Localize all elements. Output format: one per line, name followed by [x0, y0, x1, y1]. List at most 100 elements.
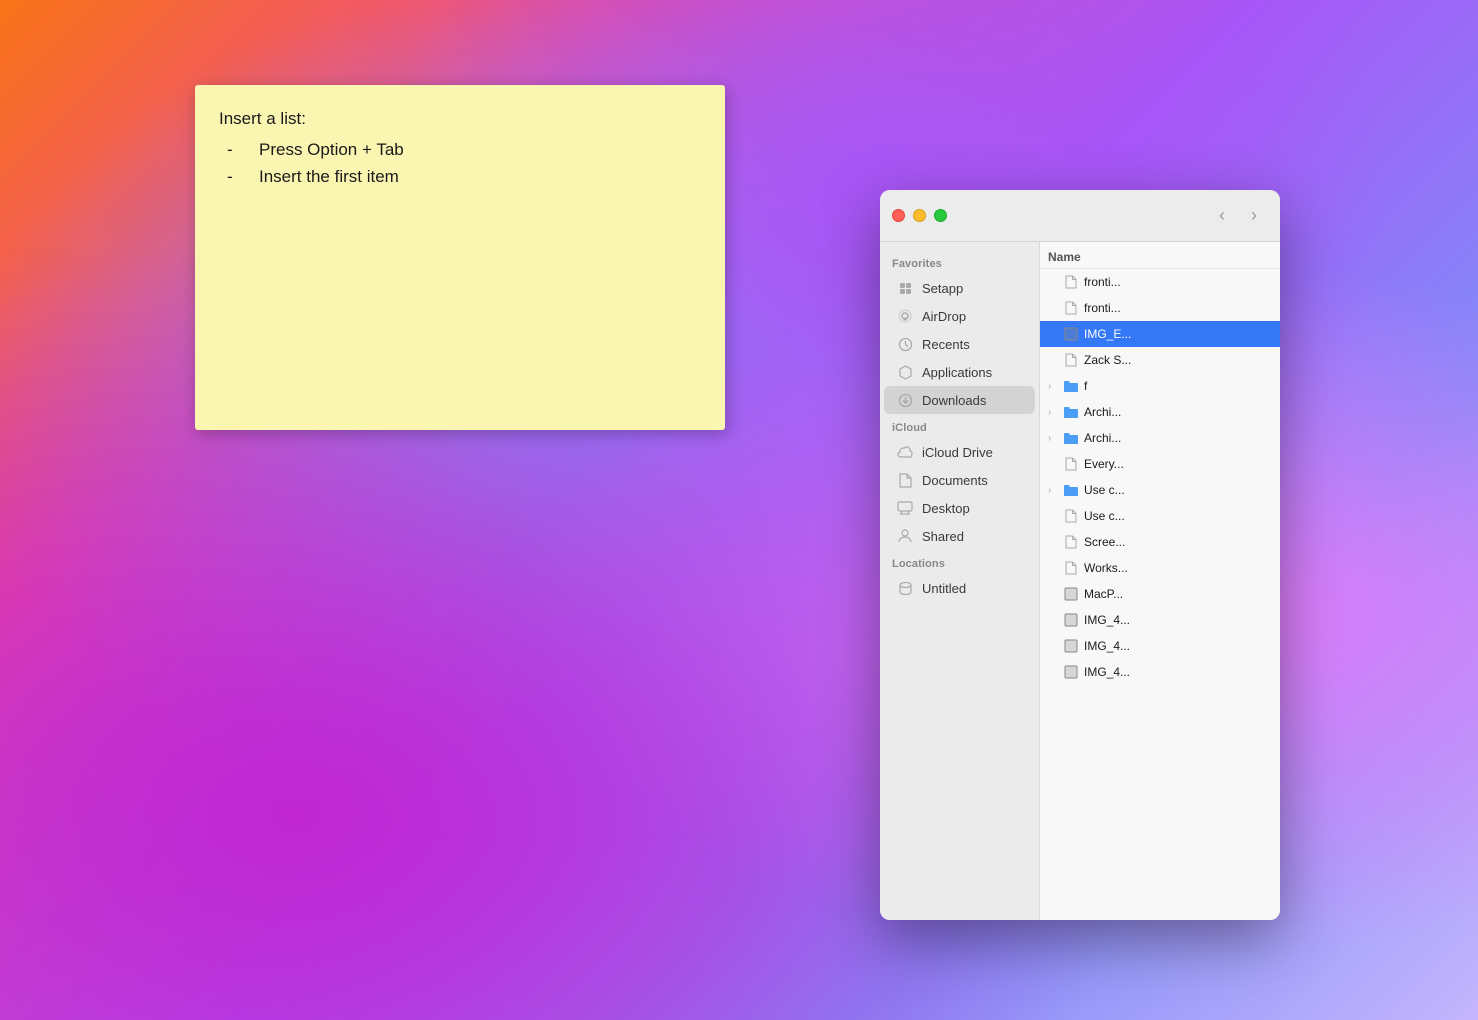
file-name: Use c...: [1084, 483, 1272, 497]
desktop-icon: [896, 499, 914, 517]
file-row-fronti2[interactable]: fronti...: [1040, 295, 1280, 321]
file-row-img4-1[interactable]: IMG_4...: [1040, 607, 1280, 633]
file-name: MacP...: [1084, 587, 1272, 601]
file-name: Use c...: [1084, 509, 1272, 523]
finder-window: ‹ › Favorites Setapp: [880, 190, 1280, 920]
airdrop-icon: [896, 307, 914, 325]
file-name: fronti...: [1084, 301, 1272, 315]
sidebar-item-airdrop[interactable]: AirDrop: [884, 302, 1035, 330]
file-icon: [1062, 403, 1080, 421]
file-row-f[interactable]: › f: [1040, 373, 1280, 399]
sidebar-item-documents[interactable]: Documents: [884, 466, 1035, 494]
applications-label: Applications: [922, 365, 992, 380]
file-row-macp[interactable]: MacP...: [1040, 581, 1280, 607]
sticky-note-title: Insert a list:: [219, 105, 701, 132]
sticky-note-item-2: - Insert the first item: [227, 163, 701, 190]
file-row-img4-2[interactable]: IMG_4...: [1040, 633, 1280, 659]
sticky-note-item-1: - Press Option + Tab: [227, 136, 701, 163]
sidebar-item-recents[interactable]: Recents: [884, 330, 1035, 358]
file-row-use-c2[interactable]: Use c...: [1040, 503, 1280, 529]
downloads-icon: [896, 391, 914, 409]
sidebar-item-desktop[interactable]: Desktop: [884, 494, 1035, 522]
file-icon: [1062, 481, 1080, 499]
minimize-button[interactable]: [913, 209, 926, 222]
untitled-icon: [896, 579, 914, 597]
setapp-icon: [896, 279, 914, 297]
finder-sidebar: Favorites Setapp: [880, 242, 1040, 920]
file-icon: [1062, 559, 1080, 577]
back-button[interactable]: ‹: [1208, 202, 1236, 230]
file-icon: [1062, 325, 1080, 343]
file-name: fronti...: [1084, 275, 1272, 289]
file-name: IMG_4...: [1084, 665, 1272, 679]
chevron-icon: ›: [1048, 485, 1062, 496]
file-name: IMG_4...: [1084, 613, 1272, 627]
file-name: Zack S...: [1084, 353, 1272, 367]
file-icon: [1062, 377, 1080, 395]
file-name: Scree...: [1084, 535, 1272, 549]
downloads-label: Downloads: [922, 393, 986, 408]
file-name: Archi...: [1084, 405, 1272, 419]
file-row-zack[interactable]: Zack S...: [1040, 347, 1280, 373]
sidebar-item-applications[interactable]: Applications: [884, 358, 1035, 386]
file-icon: [1062, 455, 1080, 473]
file-rows-container: fronti... fronti... IMG_E... Zack S... › …: [1040, 269, 1280, 685]
sticky-note-text-1: Press Option + Tab: [259, 136, 404, 163]
file-icon: [1062, 637, 1080, 655]
file-row-use-c1[interactable]: › Use c...: [1040, 477, 1280, 503]
chevron-icon: ›: [1048, 407, 1062, 418]
file-row-img_e[interactable]: IMG_E...: [1040, 321, 1280, 347]
maximize-button[interactable]: [934, 209, 947, 222]
file-row-scree[interactable]: Scree...: [1040, 529, 1280, 555]
sidebar-item-setapp[interactable]: Setapp: [884, 274, 1035, 302]
untitled-label: Untitled: [922, 581, 966, 596]
nav-buttons: ‹ ›: [1208, 202, 1268, 230]
traffic-lights: [892, 209, 947, 222]
file-row-archi2[interactable]: › Archi...: [1040, 425, 1280, 451]
file-name: Every...: [1084, 457, 1272, 471]
finder-body: Favorites Setapp: [880, 242, 1280, 920]
file-icon: [1062, 429, 1080, 447]
file-icon: [1062, 273, 1080, 291]
recents-icon: [896, 335, 914, 353]
sticky-note-dash-2: -: [227, 163, 243, 190]
file-name: Archi...: [1084, 431, 1272, 445]
icloud-drive-label: iCloud Drive: [922, 445, 993, 460]
close-button[interactable]: [892, 209, 905, 222]
icloud-header: iCloud: [880, 414, 1039, 438]
file-name: Works...: [1084, 561, 1272, 575]
sticky-note: Insert a list: - Press Option + Tab - In…: [195, 85, 725, 430]
sidebar-item-shared[interactable]: Shared: [884, 522, 1035, 550]
sidebar-item-icloud-drive[interactable]: iCloud Drive: [884, 438, 1035, 466]
forward-button[interactable]: ›: [1240, 202, 1268, 230]
sticky-note-dash-1: -: [227, 136, 243, 163]
file-name: IMG_4...: [1084, 639, 1272, 653]
file-row-archi1[interactable]: › Archi...: [1040, 399, 1280, 425]
file-icon: [1062, 585, 1080, 603]
file-row-works[interactable]: Works...: [1040, 555, 1280, 581]
chevron-icon: ›: [1048, 381, 1062, 392]
recents-label: Recents: [922, 337, 970, 352]
chevron-icon: ›: [1048, 433, 1062, 444]
sidebar-item-downloads[interactable]: Downloads: [884, 386, 1035, 414]
file-icon: [1062, 299, 1080, 317]
file-name: IMG_E...: [1084, 327, 1272, 341]
file-row-fronti1[interactable]: fronti...: [1040, 269, 1280, 295]
documents-label: Documents: [922, 473, 988, 488]
setapp-label: Setapp: [922, 281, 963, 296]
documents-icon: [896, 471, 914, 489]
file-icon: [1062, 507, 1080, 525]
sidebar-item-untitled[interactable]: Untitled: [884, 574, 1035, 602]
locations-header: Locations: [880, 550, 1039, 574]
shared-icon: [896, 527, 914, 545]
file-row-every[interactable]: Every...: [1040, 451, 1280, 477]
file-icon: [1062, 351, 1080, 369]
file-icon: [1062, 663, 1080, 681]
sticky-note-content: Insert a list: - Press Option + Tab - In…: [219, 105, 701, 191]
icloud-drive-icon: [896, 443, 914, 461]
name-column-header: Name: [1048, 250, 1081, 264]
sticky-note-text-2: Insert the first item: [259, 163, 399, 190]
file-row-img4-3[interactable]: IMG_4...: [1040, 659, 1280, 685]
favorites-header: Favorites: [880, 250, 1039, 274]
file-name: f: [1084, 379, 1272, 393]
